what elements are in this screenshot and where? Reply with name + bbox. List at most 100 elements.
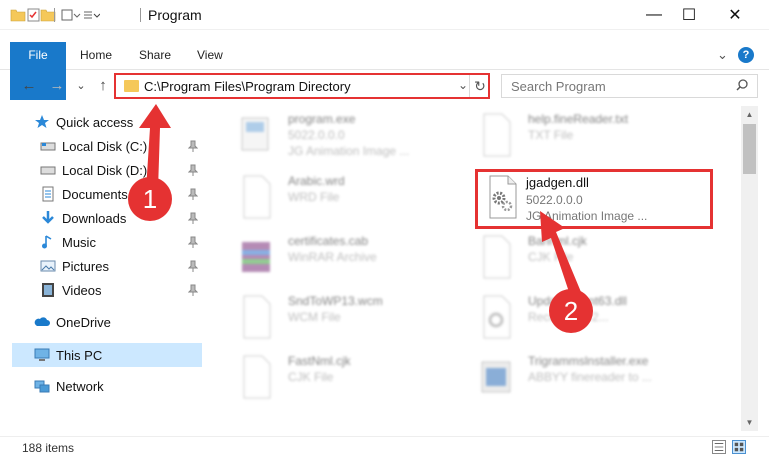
address-dropdown-button[interactable]: ⌄ [458, 78, 468, 92]
sidebar-item-local-disk-d[interactable]: Local Disk (D:) [40, 158, 206, 182]
music-icon [42, 235, 52, 249]
sidebar-item-label: Downloads [62, 210, 127, 226]
file-description: JG Animation Image ... [526, 209, 648, 223]
sidebar-item-label: This PC [56, 347, 103, 363]
sidebar-item-local-disk-c[interactable]: Local Disk (C:) [40, 134, 206, 158]
back-button[interactable]: ← [18, 74, 40, 96]
scroll-thumb[interactable] [743, 124, 756, 174]
address-bar[interactable]: C:\Program Files\Program Directory ⌄ ↻ [114, 73, 490, 99]
maximize-button[interactable]: ☐ [666, 0, 712, 30]
pictures-icon [40, 260, 56, 272]
pin-icon [188, 260, 198, 272]
sidebar-item-label: Pictures [62, 258, 109, 274]
scroll-down-icon[interactable]: ▼ [741, 414, 758, 431]
sidebar-item-onedrive[interactable]: OneDrive [34, 310, 206, 334]
file-item[interactable]: program.exe 5022.0.0.0 JG Animation Imag… [220, 108, 460, 166]
file-detail: ABBYY finereader to ... [528, 370, 652, 384]
blank-file-icon [243, 355, 271, 399]
folder-icon[interactable] [10, 8, 26, 22]
documents-icon [42, 186, 54, 202]
file-name: program.exe [288, 112, 356, 126]
exe-file-icon [241, 117, 269, 151]
dll-file-icon [483, 295, 511, 339]
dll-file-icon [489, 175, 517, 219]
status-bar: 188 items [0, 436, 769, 467]
search-input[interactable]: Search Program [501, 74, 758, 98]
sidebar-item-network[interactable]: Network [34, 374, 206, 398]
sidebar-item-label: Quick access [56, 114, 134, 130]
file-item[interactable]: Arabic.wrd WRD File [220, 170, 460, 228]
file-name: Bannml.cjk [528, 234, 587, 248]
large-icons-view-icon[interactable] [732, 440, 746, 454]
recent-locations-button[interactable]: ⌄ [70, 74, 92, 96]
sidebar-item-pictures[interactable]: Pictures [40, 254, 206, 278]
pin-icon [188, 188, 198, 200]
scroll-up-icon[interactable]: ▲ [741, 106, 758, 123]
pin-icon [188, 164, 198, 176]
download-icon [42, 211, 54, 224]
close-button[interactable]: ✕ [712, 0, 758, 30]
blank-file-icon [243, 295, 271, 339]
blank-file-icon [243, 175, 271, 219]
network-icon [34, 380, 50, 393]
vertical-scrollbar[interactable]: ▲ ▼ [741, 106, 758, 431]
item-count: 188 items [22, 441, 75, 455]
up-button[interactable]: ↑ [92, 74, 114, 96]
navigation-pane: Quick access Local Disk (C:) Local Disk … [0, 108, 206, 433]
file-version: 5022.0.0.0 [526, 193, 583, 207]
sidebar-item-label: Network [56, 378, 104, 394]
file-item[interactable]: certificates.cab WinRAR Archive [220, 230, 460, 288]
address-path[interactable]: C:\Program Files\Program Directory [144, 79, 351, 94]
file-item[interactable]: SndToWP13.wcm WCM File [220, 290, 460, 348]
file-item[interactable]: Trigrammslnstaller.exe ABBYY finereader … [460, 350, 700, 408]
help-icon[interactable]: ? [738, 47, 754, 63]
ribbon: File Home Share View ⌄ ? [0, 42, 769, 100]
tab-share[interactable]: Share [125, 42, 185, 68]
sidebar-item-label: Documents [62, 186, 128, 202]
videos-icon [42, 283, 54, 297]
drive-icon [40, 142, 56, 151]
sidebar-item-label: Music [62, 234, 96, 250]
tab-home[interactable]: Home [66, 42, 126, 68]
expand-ribbon-icon[interactable]: ⌄ [717, 47, 728, 63]
sidebar-item-this-pc[interactable]: This PC [12, 343, 202, 367]
folder-icon [124, 80, 139, 92]
customize-toolbar-icon[interactable] [60, 8, 100, 22]
pin-icon [188, 284, 198, 296]
file-item[interactable]: FastNml.cjk CJK File [220, 350, 460, 408]
file-detail: CJK File [528, 250, 574, 264]
callout-badge-2: 2 [549, 289, 593, 333]
file-detail: WRD File [288, 190, 340, 204]
file-detail: 5022.0.0.0 [288, 128, 345, 142]
sidebar-item-videos[interactable]: Videos [40, 278, 206, 302]
file-detail: TXT File [528, 128, 574, 142]
search-icon[interactable] [735, 78, 749, 92]
archive-file-icon [242, 242, 270, 272]
forward-button[interactable]: → [46, 74, 68, 96]
details-view-icon[interactable] [712, 440, 726, 454]
sidebar-item-quick-access[interactable]: Quick access [34, 110, 206, 134]
file-name: FastNml.cjk [288, 354, 351, 368]
highlighted-dll-file[interactable]: jgadgen.dll 5022.0.0.0 JG Animation Imag… [475, 169, 713, 229]
text-file-icon [483, 113, 511, 157]
file-list: program.exe 5022.0.0.0 JG Animation Imag… [210, 104, 740, 430]
sidebar-item-downloads[interactable]: Downloads [40, 206, 206, 230]
sidebar-item-label: Videos [62, 282, 102, 298]
blank-file-icon [483, 235, 511, 279]
tab-view[interactable]: View [183, 42, 237, 68]
sidebar-item-label: Local Disk (C:) [62, 138, 148, 154]
file-item[interactable]: help.fineReader.txt TXT File [460, 108, 700, 166]
file-name: Trigrammslnstaller.exe [528, 354, 649, 368]
sidebar-item-label: OneDrive [56, 314, 111, 330]
file-name: help.fineReader.txt [528, 112, 629, 126]
file-detail: WinRAR Archive [288, 250, 377, 264]
file-detail: CJK File [288, 370, 334, 384]
separator [140, 8, 141, 22]
installer-file-icon [481, 361, 511, 393]
drive-icon [40, 166, 56, 175]
file-name: certificates.cab [288, 234, 369, 248]
sidebar-item-documents[interactable]: Documents [40, 182, 206, 206]
sidebar-item-music[interactable]: Music [40, 230, 206, 254]
file-item[interactable]: Bannml.cjk CJK File [460, 230, 700, 288]
refresh-button[interactable]: ↻ [469, 75, 490, 97]
